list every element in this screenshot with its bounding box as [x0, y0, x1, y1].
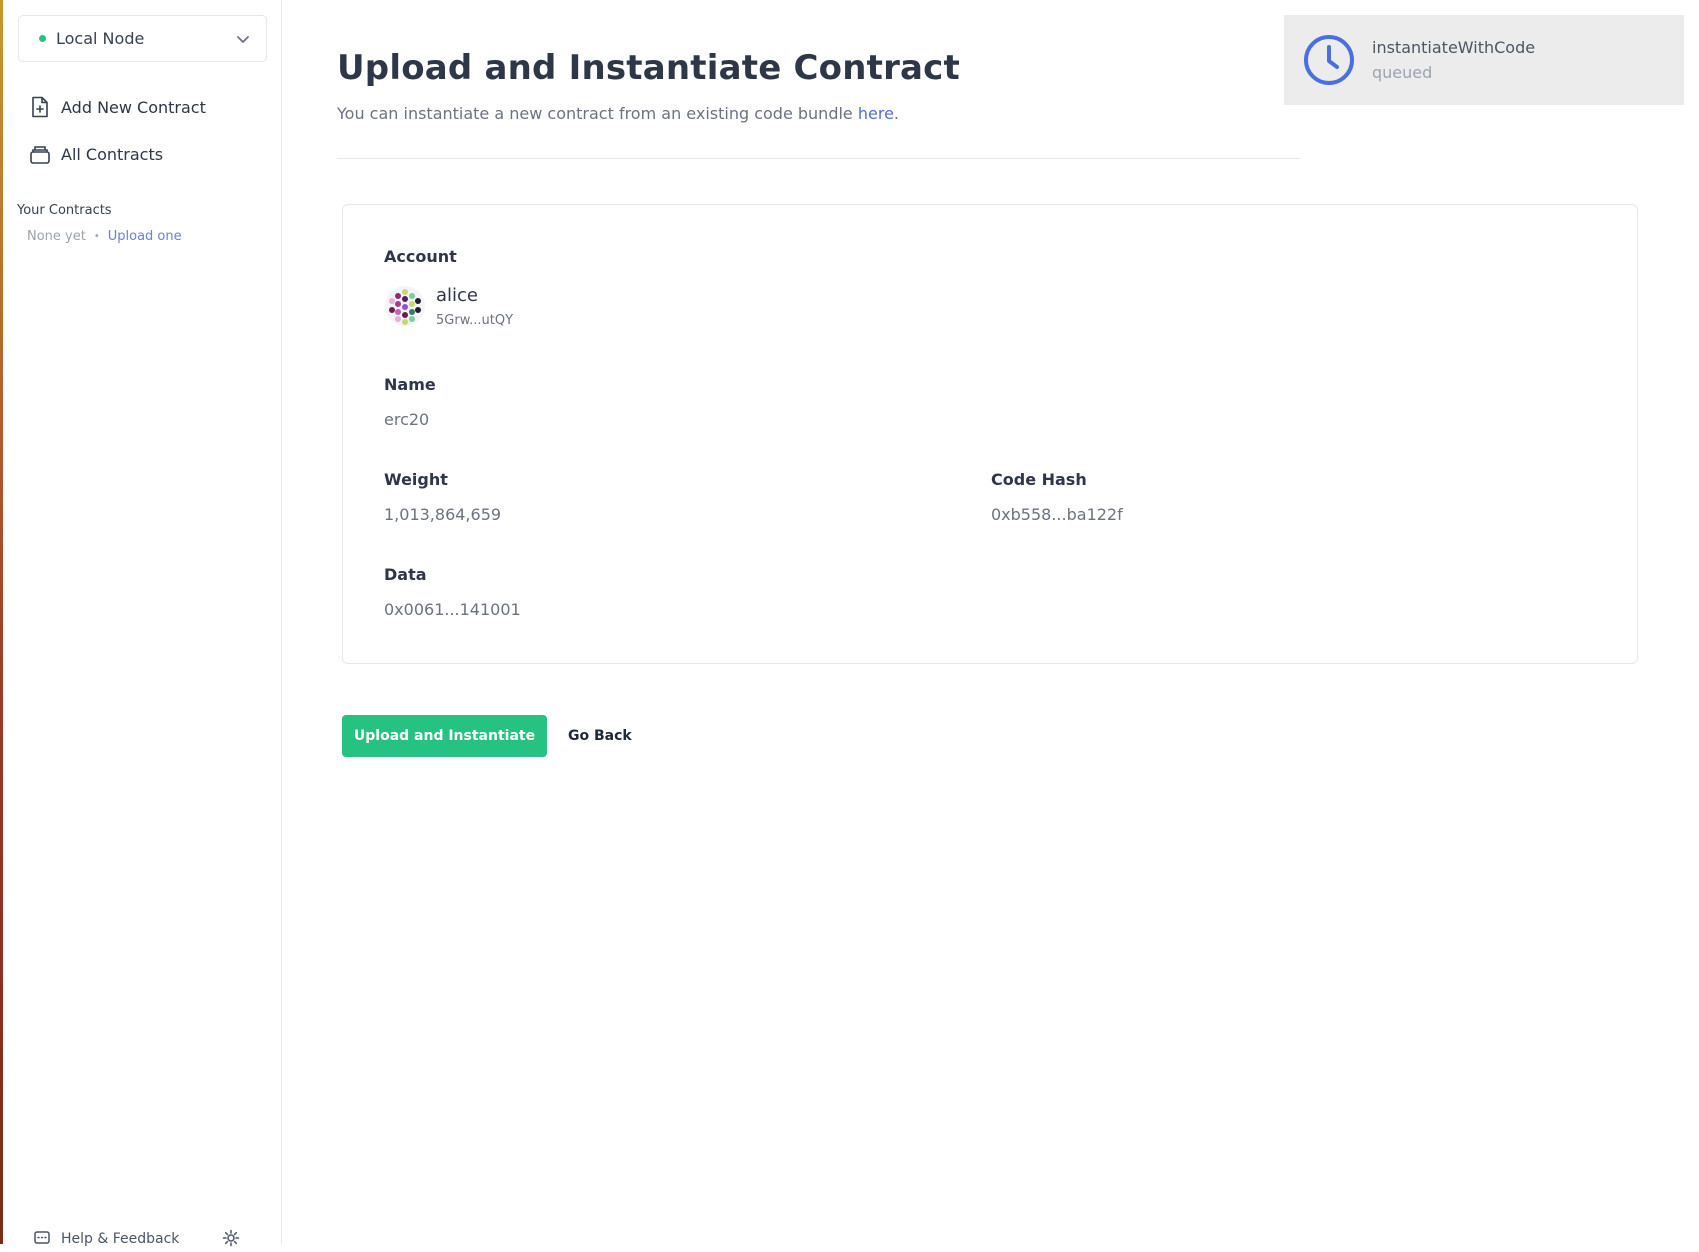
subtitle-suffix: .: [893, 104, 900, 123]
weight-value: 1,013,864,659: [384, 505, 502, 524]
go-back-button[interactable]: Go Back: [568, 715, 632, 757]
code-hash-label: Code Hash: [991, 470, 1087, 489]
name-value: erc20: [384, 410, 430, 429]
node-label: Local Node: [56, 29, 145, 48]
data-label: Data: [384, 565, 427, 584]
weight-label: Weight: [384, 470, 448, 489]
toast-status: queued: [1372, 63, 1433, 82]
page-subtitle: You can instantiate a new contract from …: [337, 104, 899, 123]
data-value: 0x0061...141001: [384, 600, 521, 619]
chevron-down-icon: [236, 32, 250, 46]
existing-code-link[interactable]: here: [858, 104, 894, 123]
sidebar-item-label: All Contracts: [61, 144, 164, 164]
separator: •: [93, 231, 100, 242]
account-name: alice: [436, 285, 479, 306]
toast-text: instantiateWithCode queued: [1372, 38, 1535, 82]
account-address: 5Grw...utQY: [436, 313, 514, 328]
review-card: Account alice 5Grw...utQY Name erc20 Wei…: [342, 204, 1638, 664]
code-hash-value: 0xb558...ba122f: [991, 505, 1123, 524]
help-feedback-label: Help & Feedback: [61, 1231, 180, 1247]
transaction-toast: instantiateWithCode queued: [1284, 15, 1684, 105]
account-label: Account: [384, 247, 457, 266]
gear-icon[interactable]: [222, 1229, 240, 1247]
page-title: Upload and Instantiate Contract: [337, 48, 960, 88]
toast-title: instantiateWithCode: [1372, 38, 1536, 57]
node-status-dot: [39, 35, 46, 42]
upload-one-link[interactable]: Upload one: [108, 229, 182, 244]
node-selector[interactable]: Local Node: [18, 15, 267, 62]
your-contracts-heading: Your Contracts: [17, 203, 112, 218]
clock-icon: [1304, 35, 1354, 85]
empty-text: None yet: [27, 229, 86, 244]
sidebar-item-all-contracts[interactable]: All Contracts: [29, 143, 163, 165]
sidebar-item-label: Add New Contract: [61, 97, 206, 117]
sidebar-item-add-new-contract[interactable]: Add New Contract: [29, 96, 206, 118]
stack-icon: [29, 143, 51, 165]
sidebar: Local Node Add New Contract All Contract…: [3, 0, 282, 1247]
file-plus-icon: [29, 96, 51, 118]
your-contracts-empty: None yet • Upload one: [27, 229, 182, 244]
subtitle-text: You can instantiate a new contract from …: [337, 104, 858, 123]
chat-icon: [33, 1230, 51, 1248]
upload-and-instantiate-button[interactable]: Upload and Instantiate: [342, 715, 547, 757]
help-feedback-link[interactable]: Help & Feedback: [33, 1230, 179, 1248]
name-label: Name: [384, 375, 436, 394]
header-divider: [337, 158, 1300, 159]
identicon-avatar: [385, 286, 425, 326]
